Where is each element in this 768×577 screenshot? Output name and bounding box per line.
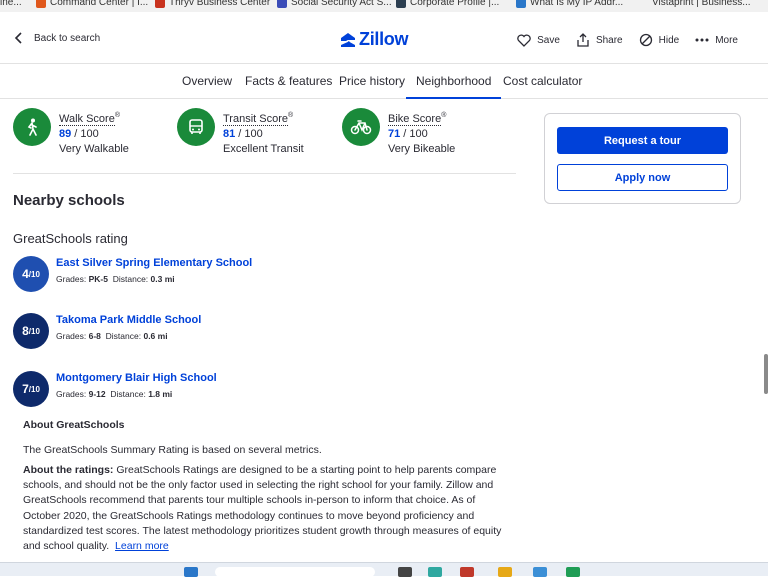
back-to-search-link[interactable]: Back to search [14,32,100,44]
school-name-link[interactable]: Montgomery Blair High School [56,371,217,386]
hide-button[interactable]: Hide [639,33,679,47]
bookmark-item[interactable]: Command Center | I... [36,0,148,8]
apply-now-button[interactable]: Apply now [557,164,728,191]
greatschools-rating-heading: GreatSchools rating [13,231,128,246]
score-value: 71 [388,127,401,140]
bookmark-favicon [516,0,526,8]
tab-neighborhood[interactable]: Neighborhood [406,74,502,99]
scrollbar-thumb[interactable] [764,354,768,394]
bookmark-favicon [396,0,406,8]
tab-price-history[interactable]: Price history [339,74,405,88]
school-item: 4/10 East Silver Spring Elementary Schoo… [13,256,252,292]
share-icon [577,33,589,47]
school-name-link[interactable]: Takoma Park Middle School [56,313,201,328]
contact-card: Request a tour Apply now [544,113,741,204]
score-label[interactable]: Bike Score [388,112,442,126]
more-dots-icon [695,38,709,42]
bike-icon [342,108,380,146]
score-label[interactable]: Transit Score [223,112,289,126]
score-description: Excellent Transit [223,142,304,155]
about-greatschools-heading: About GreatSchools [23,419,125,431]
chevron-left-icon [14,32,22,44]
rating-badge: 4/10 [13,256,49,292]
bookmarks-bar: ine... Command Center | I... Thryv Busin… [0,0,768,12]
bookmark-item[interactable]: Thryv Business Center [155,0,270,8]
share-button[interactable]: Share [576,33,623,47]
tab-cost-calculator[interactable]: Cost calculator [503,74,582,88]
logo-text: Zillow [359,29,409,49]
page-scrollbar[interactable] [762,64,768,564]
bookmark-item[interactable]: Corporate Profile |... [396,0,499,8]
school-item: 8/10 Takoma Park Middle School Grades: 6… [13,313,201,349]
score-label[interactable]: Walk Score [59,112,115,126]
bike-score: Bike Score® 71 / 100 Very Bikeable [342,108,455,157]
zillow-logo[interactable]: Zillow [340,29,409,50]
learn-more-link[interactable]: Learn more [115,540,169,552]
summary-text: The GreatSchools Summary Rating is based… [23,444,322,456]
hide-icon [639,33,652,47]
save-button[interactable]: Save [517,33,560,47]
header-actions: Save Share Hide More [517,33,738,47]
bookmark-item[interactable]: Vistaprint | Business... [652,0,751,8]
school-item: 7/10 Montgomery Blair High School Grades… [13,371,217,407]
score-value: 89 [59,127,72,140]
school-info: Grades: PK-5 Distance: 0.3 mi [56,274,175,284]
more-button[interactable]: More [695,33,738,47]
score-description: Very Walkable [59,142,129,155]
about-ratings-text: About the ratings: GreatSchools Ratings … [23,464,502,553]
os-taskbar [0,562,768,577]
walk-score: Walk Score® 89 / 100 Very Walkable [13,108,129,157]
nearby-schools-heading: Nearby schools [13,192,125,209]
tab-facts-features[interactable]: Facts & features [245,74,332,88]
rating-badge: 7/10 [13,371,49,407]
listing-header: Back to search Zillow Save Share Hide Mo… [0,12,768,64]
bookmark-favicon [277,0,287,8]
bus-icon [177,108,215,146]
bookmark-item[interactable]: Social Security Act S... [277,0,392,8]
bookmark-item[interactable]: What Is My IP Addr... [516,0,623,8]
request-tour-button[interactable]: Request a tour [557,127,728,154]
walk-icon [13,108,51,146]
heart-icon [517,33,531,47]
bookmark-item[interactable]: ine... [0,0,22,8]
school-info: Grades: 9-12 Distance: 1.8 mi [56,389,173,399]
section-tabs: Overview Facts & features Price history … [0,65,768,99]
transit-score: Transit Score® 81 / 100 Excellent Transi… [177,108,304,157]
back-label: Back to search [34,32,101,44]
rating-badge: 8/10 [13,313,49,349]
section-divider [13,173,516,174]
school-name-link[interactable]: East Silver Spring Elementary School [56,256,252,271]
zillow-house-icon [341,32,355,47]
school-info: Grades: 6-8 Distance: 0.6 mi [56,331,168,341]
bookmark-favicon [155,0,165,8]
score-description: Very Bikeable [388,142,456,155]
bookmark-favicon [36,0,46,8]
score-value: 81 [223,127,236,140]
tab-overview[interactable]: Overview [182,74,232,88]
